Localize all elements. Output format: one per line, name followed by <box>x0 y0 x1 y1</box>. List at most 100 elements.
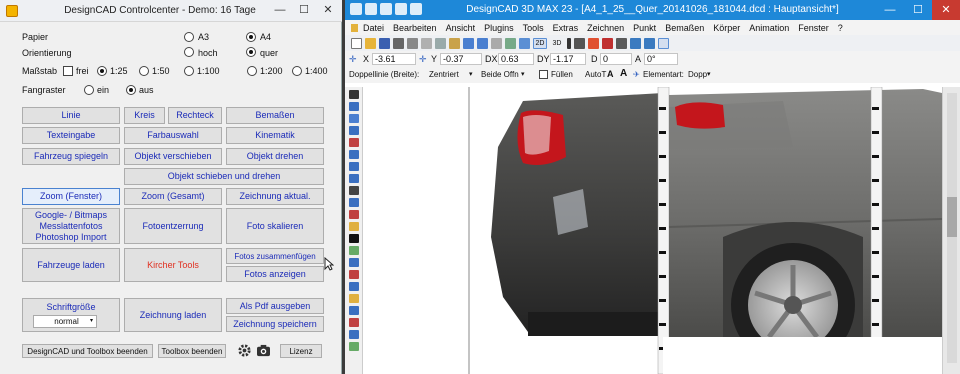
menu-datei[interactable]: Datei <box>363 23 384 33</box>
doppellinie-select[interactable]: Zentriert <box>429 70 459 79</box>
paste-icon[interactable] <box>449 37 460 49</box>
kircher-tools-button[interactable]: Kircher Tools <box>124 248 222 282</box>
fahrzeuge-laden-button[interactable]: Fahrzeuge laden <box>22 248 120 282</box>
orient-quer-radio[interactable] <box>246 47 256 57</box>
bemassen-button[interactable]: Bemaßen <box>226 107 324 124</box>
scale-tool-icon[interactable] <box>348 294 359 303</box>
color-icon[interactable] <box>588 37 599 49</box>
close-icon[interactable]: ✕ <box>932 0 960 20</box>
mirror-tool-icon[interactable] <box>348 282 359 291</box>
fang-ein-radio[interactable] <box>84 85 94 95</box>
dx-field[interactable]: 0.63 <box>498 53 534 65</box>
rotate-tool-icon[interactable] <box>348 270 359 279</box>
als-pdf-button[interactable]: Als Pdf ausgeben <box>226 298 324 314</box>
fill-tool-icon[interactable] <box>348 234 359 243</box>
zoom-fenster-button[interactable]: Zoom (Fenster) <box>22 188 120 205</box>
properties-icon[interactable] <box>616 37 627 49</box>
layer-tool-icon[interactable] <box>348 342 359 351</box>
text-size-icon[interactable]: A <box>607 69 614 79</box>
hatch-tool-icon[interactable] <box>348 210 359 219</box>
minimize-icon[interactable]: — <box>268 0 292 20</box>
layer-icon[interactable] <box>574 37 585 49</box>
google-bitmaps-import-button[interactable]: Google- / Bitmaps Messlattenfotos Photos… <box>22 208 120 244</box>
maximize-icon[interactable]: ☐ <box>904 0 932 20</box>
offen-select[interactable]: Beide Offn <box>481 70 519 79</box>
curve-tool-icon[interactable] <box>348 126 359 135</box>
toolbox-beenden-button[interactable]: Toolbox beenden <box>158 344 226 358</box>
line-tool-icon[interactable] <box>348 102 359 111</box>
menu-punkt[interactable]: Punkt <box>633 23 656 33</box>
dy-field[interactable]: -1.17 <box>550 53 586 65</box>
trim-tool-icon[interactable] <box>348 318 359 327</box>
pause-icon[interactable] <box>567 37 571 49</box>
panel-icon[interactable] <box>658 37 669 49</box>
polyline-tool-icon[interactable] <box>348 114 359 123</box>
dimension-tool-icon[interactable] <box>348 198 359 207</box>
menu-ansicht[interactable]: Ansicht <box>446 23 476 33</box>
point-tool-icon[interactable] <box>348 174 359 183</box>
objekt-drehen-button[interactable]: Objekt drehen <box>226 148 324 165</box>
scale-1-200-radio[interactable] <box>247 66 257 76</box>
menu-help[interactable]: ? <box>838 23 843 33</box>
menu-tools[interactable]: Tools <box>523 23 544 33</box>
tile-icon[interactable] <box>644 37 655 49</box>
fotoentzerrung-button[interactable]: Fotoentzerrung <box>124 208 222 244</box>
print-preview-icon[interactable] <box>407 37 418 49</box>
rectangle-tool-icon[interactable] <box>348 138 359 147</box>
papier-a3-radio[interactable] <box>184 32 194 42</box>
d-field[interactable]: 0 <box>600 53 632 65</box>
fuellen-checkbox[interactable] <box>539 70 548 79</box>
kinematik-button[interactable]: Kinematik <box>226 127 324 144</box>
y-field[interactable]: -0.37 <box>440 53 482 65</box>
cut-icon[interactable] <box>421 37 432 49</box>
menu-zeichnen[interactable]: Zeichnen <box>587 23 624 33</box>
arc-tool-icon[interactable] <box>348 162 359 171</box>
kreis-button[interactable]: Kreis <box>124 107 165 124</box>
zeichnung-laden-button[interactable]: Zeichnung laden <box>124 298 222 332</box>
designcad-toolbox-beenden-button[interactable]: DesignCAD und Toolbox beenden <box>22 344 153 358</box>
text-tool-icon[interactable] <box>348 186 359 195</box>
view-2d-icon[interactable]: 2D <box>533 37 547 49</box>
a-field[interactable]: 0° <box>644 53 678 65</box>
objekt-verschieben-button[interactable]: Objekt verschieben <box>124 148 222 165</box>
lizenz-button[interactable]: Lizenz <box>280 344 322 358</box>
zoom-icon[interactable] <box>519 37 530 49</box>
farbauswahl-button[interactable]: Farbauswahl <box>124 127 222 144</box>
pencil-tool-icon[interactable] <box>348 222 359 231</box>
menu-bemassen[interactable]: Bemaßen <box>665 23 704 33</box>
zeichnung-aktual-button[interactable]: Zeichnung aktual. <box>226 188 324 205</box>
linie-button[interactable]: Linie <box>22 107 120 124</box>
scale-1-100-radio[interactable] <box>184 66 194 76</box>
minimize-icon[interactable]: — <box>876 0 904 20</box>
close-icon[interactable]: ✕ <box>316 0 340 20</box>
rechteck-button[interactable]: Rechteck <box>168 107 222 124</box>
foto-skalieren-button[interactable]: Foto skalieren <box>226 208 324 244</box>
text-bold-icon[interactable]: A <box>620 68 627 79</box>
scale-1-400-radio[interactable] <box>292 66 302 76</box>
scrollbar-thumb[interactable] <box>947 197 957 237</box>
print-icon[interactable] <box>393 37 404 49</box>
window-icon[interactable] <box>630 37 641 49</box>
elementart-select[interactable]: Dopp <box>688 70 707 79</box>
menu-koerper[interactable]: Körper <box>713 23 740 33</box>
move-tool-icon[interactable] <box>348 258 359 267</box>
copy-tool-icon[interactable] <box>348 306 359 315</box>
zoom-gesamt-button[interactable]: Zoom (Gesamt) <box>124 188 222 205</box>
redo-icon[interactable] <box>477 37 488 49</box>
menu-fenster[interactable]: Fenster <box>798 23 829 33</box>
select-arrow-icon[interactable] <box>348 90 359 99</box>
papier-a4-radio[interactable] <box>246 32 256 42</box>
maximize-icon[interactable]: ☐ <box>292 0 316 20</box>
menu-animation[interactable]: Animation <box>749 23 789 33</box>
camera-icon[interactable] <box>256 344 271 357</box>
menu-plugins[interactable]: Plugins <box>484 23 514 33</box>
open-folder-icon[interactable] <box>365 37 376 49</box>
fahrzeug-spiegeln-button[interactable]: Fahrzeug spiegeln <box>22 148 120 165</box>
measure-tool-icon[interactable] <box>348 246 359 255</box>
snap-icon[interactable] <box>491 37 502 49</box>
view-3d-icon[interactable]: 3D <box>550 38 564 49</box>
orient-hoch-radio[interactable] <box>184 47 194 57</box>
grid-icon[interactable] <box>505 37 516 49</box>
fotos-zusammenfuegen-button[interactable]: Fotos zusammenfügen <box>226 248 324 264</box>
fotos-anzeigen-button[interactable]: Fotos anzeigen <box>226 266 324 282</box>
